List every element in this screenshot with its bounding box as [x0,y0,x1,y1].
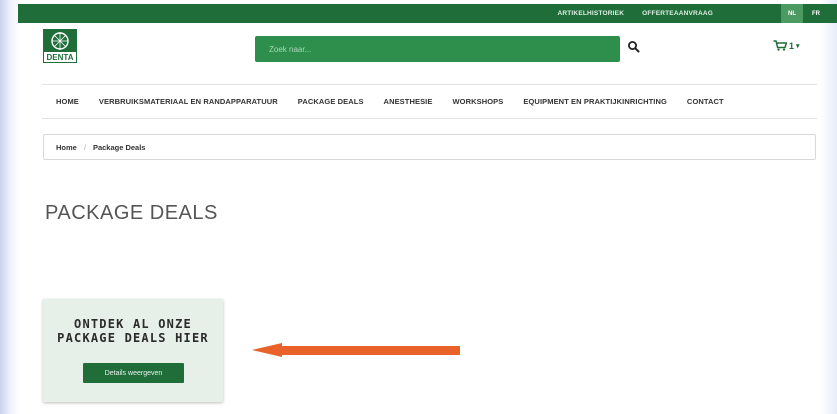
page-title: PACKAGE DEALS [45,202,218,224]
card-title-line-2: PACKAGE DEALS HIER [57,331,209,345]
main-nav: HOME VERBRUIKSMATERIAAL EN RANDAPPARATUU… [56,94,744,108]
breadcrumb-home-link[interactable]: Home [56,143,77,152]
top-bar: ARTIKELHISTORIEK OFFERTEAANVRAAG NL FR [18,4,837,23]
cart-count: 1 [789,40,795,51]
breadcrumb-current: Package Deals [92,142,146,152]
nav-item-equipment[interactable]: EQUIPMENT EN PRAKTIJKINRICHTING [523,97,667,106]
nav-item-consumables[interactable]: VERBRUIKSMATERIAAL EN RANDAPPARATUUR [99,97,278,106]
breadcrumb: Home / Package Deals [43,134,816,160]
language-nl-button[interactable]: NL [781,4,803,23]
nav-item-anesthesia[interactable]: ANESTHESIE [384,97,433,106]
card-title: ONTDEK AL ONZE PACKAGE DEALS HIER [43,317,223,345]
nav-item-contact[interactable]: CONTACT [687,97,724,106]
top-links: ARTIKELHISTORIEK OFFERTEAANVRAAG [557,4,713,23]
breadcrumb-separator: / [83,142,86,152]
nav-item-package-deals[interactable]: PACKAGE DEALS [298,97,364,106]
nav-divider [42,118,817,119]
chevron-down-icon: ▾ [796,42,800,50]
quote-request-link[interactable]: OFFERTEAANVRAAG [642,10,713,17]
nav-item-workshops[interactable]: WORKSHOPS [452,97,503,106]
nav-item-home[interactable]: HOME [56,97,79,106]
search-bar [255,36,620,62]
details-button[interactable]: Details weergeven [83,363,184,383]
order-history-link[interactable]: ARTIKELHISTORIEK [557,10,624,17]
package-deals-card: ONTDEK AL ONZE PACKAGE DEALS HIER Detail… [43,299,223,402]
language-fr-button[interactable]: FR [809,4,823,23]
cart-button[interactable]: 1 ▾ [773,40,800,51]
search-input[interactable] [255,36,620,62]
logo-text: DENTA [47,53,74,62]
header-divider [42,84,817,85]
arrow-left-icon [252,343,460,357]
denta-logo[interactable]: DENTA [43,29,77,63]
cart-icon [773,40,787,51]
card-title-line-1: ONTDEK AL ONZE [74,317,192,331]
search-icon[interactable] [627,40,641,54]
